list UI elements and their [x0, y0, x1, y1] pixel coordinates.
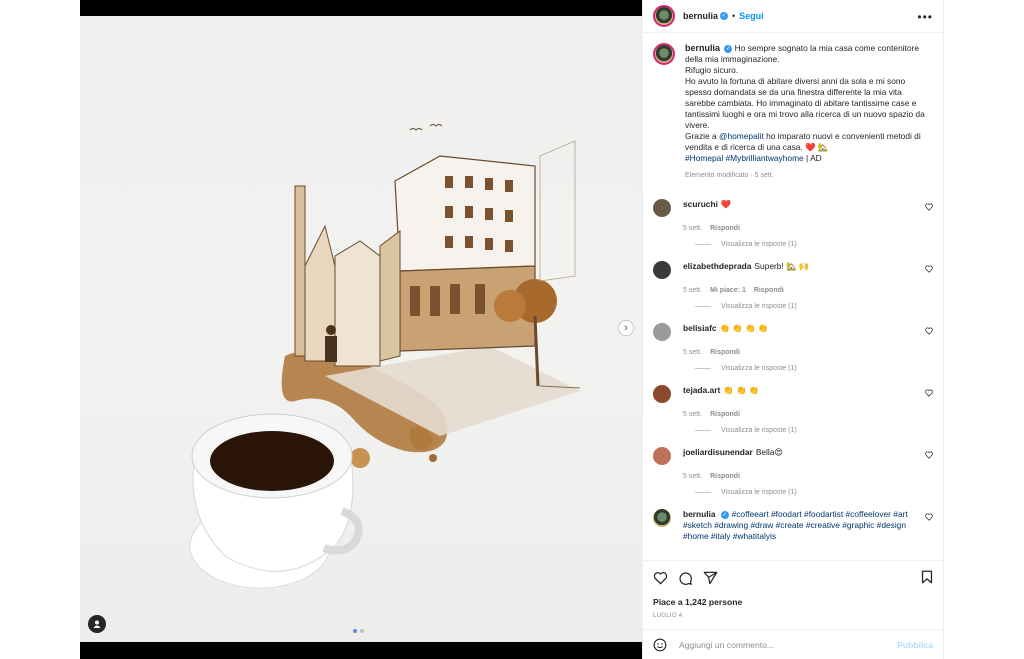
comment-time: 5 sett. — [683, 473, 703, 480]
comment-username[interactable]: bernulia — [683, 509, 716, 519]
author-avatar[interactable] — [653, 5, 675, 27]
comment-avatar[interactable] — [653, 385, 671, 403]
view-replies-button[interactable]: Visualizza le risposte (1) — [695, 489, 933, 496]
user-icon — [93, 620, 101, 628]
header-separator: • — [732, 11, 736, 21]
caption-line-2: Rifugio sicuro. — [685, 65, 739, 75]
post-side-panel: bernulia ✓ • Segui ••• bernulia ✓ Ho sem… — [642, 0, 944, 659]
comment-avatar[interactable] — [653, 261, 671, 279]
comment-likes[interactable]: Mi piace: 1 — [710, 287, 746, 294]
comment-item: joeliardisunendar Bella😍 5 sett. Rispondi … — [643, 447, 943, 496]
reply-button[interactable]: Rispondi — [754, 287, 784, 294]
post-caption: bernulia ✓ Ho sempre sognato la mia casa… — [643, 34, 943, 181]
comment-bubble-icon[interactable] — [678, 571, 693, 586]
comment-avatar[interactable] — [653, 447, 671, 465]
mention-link[interactable]: @homepalit — [719, 131, 764, 141]
like-comment-icon[interactable] — [925, 389, 933, 397]
like-comment-icon[interactable] — [925, 265, 933, 273]
view-replies-button[interactable]: Visualizza le risposte (1) — [695, 365, 933, 372]
comment-time: 5 sett. — [683, 411, 703, 418]
view-replies-button[interactable]: Visualizza le risposte (1) — [695, 241, 933, 248]
comment-item: scuruchi ❤️ 5 sett. Rispondi Visualizza le… — [643, 199, 943, 248]
caption-hashtags[interactable]: #Homepal #Mybrilliantwayhome — [685, 153, 804, 163]
share-send-icon[interactable] — [703, 571, 718, 585]
comment-input[interactable]: Aggiungi un commento... — [679, 640, 897, 650]
view-replies-label: Visualizza le risposte (1) — [721, 489, 797, 496]
view-replies-button[interactable]: Visualizza le risposte (1) — [695, 303, 933, 310]
comments-list[interactable]: bernulia ✓ Ho sempre sognato la mia casa… — [643, 34, 943, 560]
view-replies-label: Visualizza le risposte (1) — [721, 365, 797, 372]
publish-button[interactable]: Pubblica — [897, 640, 933, 650]
caption-line-1: Ho sempre sognato la mia casa come conte… — [685, 43, 920, 64]
comment-text: ❤️ — [720, 199, 732, 209]
caption-suffix: | AD — [803, 153, 822, 163]
post-date: LUGLIO 4 — [653, 613, 683, 619]
like-comment-icon[interactable] — [925, 451, 933, 459]
tagged-users-button[interactable] — [88, 615, 106, 633]
comment-text: Superb! 🏡 🙌 — [754, 261, 810, 271]
caption-meta: Elemento modificato · 5 sett. — [685, 172, 774, 179]
replies-line — [695, 430, 711, 431]
reply-button[interactable]: Rispondi — [710, 411, 740, 418]
comment-item: belisiafc 👏 👏 👏 👏 5 sett. Rispondi Visuali… — [643, 323, 943, 372]
post-actions: Piace a 1,242 persone LUGLIO 4 — [643, 560, 943, 629]
author-username[interactable]: bernulia — [683, 11, 718, 21]
emoji-icon[interactable] — [653, 638, 667, 652]
follow-button[interactable]: Segui — [739, 11, 764, 21]
like-heart-icon[interactable] — [653, 571, 668, 585]
comment-time: 5 sett. — [683, 225, 703, 232]
replies-line — [695, 306, 711, 307]
comment-username[interactable]: joeliardisunendar — [683, 447, 753, 457]
post-media[interactable]: › — [80, 0, 642, 659]
coffee-drawing-illustration — [189, 124, 581, 589]
carousel-dots — [353, 629, 364, 633]
verified-badge-icon: ✓ — [720, 12, 729, 20]
add-comment-bar: Aggiungi un commento... Pubblica — [643, 629, 943, 659]
carousel-dot-active — [353, 629, 357, 633]
comment-item: elizabethdeprada Superb! 🏡 🙌 5 sett. Mi pi… — [643, 261, 943, 310]
post-header: bernulia ✓ • Segui ••• — [643, 0, 943, 33]
reply-button[interactable]: Rispondi — [710, 349, 740, 356]
comment-username[interactable]: belisiafc — [683, 323, 717, 333]
caption-username[interactable]: bernulia — [685, 43, 720, 53]
caption-line-3: Ho avuto la fortuna di abitare diversi a… — [685, 76, 925, 130]
verified-badge-icon: ✓ — [724, 44, 733, 53]
comment-item: bernulia ✓ #coffeeart #foodart #foodartist… — [643, 509, 943, 542]
view-replies-label: Visualizza le risposte (1) — [721, 303, 797, 310]
reply-button[interactable]: Rispondi — [710, 473, 740, 480]
likes-count[interactable]: Piace a 1,242 persone — [653, 597, 933, 607]
coffee-art-image — [80, 16, 642, 642]
comment-avatar[interactable] — [653, 509, 671, 527]
save-bookmark-icon[interactable] — [921, 570, 933, 584]
comment-username[interactable]: scuruchi — [683, 199, 718, 209]
reply-button[interactable]: Rispondi — [710, 225, 740, 232]
comment-text: Bella😍 — [755, 447, 784, 457]
next-media-button[interactable]: › — [618, 320, 634, 336]
comment-avatar[interactable] — [653, 199, 671, 217]
like-comment-icon[interactable] — [925, 327, 933, 335]
replies-line — [695, 244, 711, 245]
comment-avatar[interactable] — [653, 323, 671, 341]
carousel-dot — [360, 629, 364, 633]
view-replies-label: Visualizza le risposte (1) — [721, 427, 797, 434]
verified-badge-icon: ✓ — [720, 510, 729, 519]
comment-text: 👏 👏 👏 👏 — [719, 323, 769, 333]
caption-line-4-pre: Grazie a — [685, 131, 719, 141]
comment-text: 👏 👏 👏 — [723, 385, 760, 395]
comment-hashtags[interactable]: #coffeeart #foodart #foodartist #coffeel… — [683, 509, 908, 541]
comment-username[interactable]: tejada.art — [683, 385, 720, 395]
view-replies-label: Visualizza le risposte (1) — [721, 241, 797, 248]
comment-item: tejada.art 👏 👏 👏 5 sett. Rispondi Visualiz… — [643, 385, 943, 434]
like-comment-icon[interactable] — [925, 513, 933, 521]
view-replies-button[interactable]: Visualizza le risposte (1) — [695, 427, 933, 434]
comment-username[interactable]: elizabethdeprada — [683, 261, 751, 271]
more-options-icon[interactable]: ••• — [917, 10, 933, 24]
like-comment-icon[interactable] — [925, 203, 933, 211]
replies-line — [695, 368, 711, 369]
comment-time: 5 sett. — [683, 349, 703, 356]
caption-author-avatar[interactable] — [653, 43, 675, 65]
replies-line — [695, 492, 711, 493]
comment-time: 5 sett. — [683, 287, 703, 294]
